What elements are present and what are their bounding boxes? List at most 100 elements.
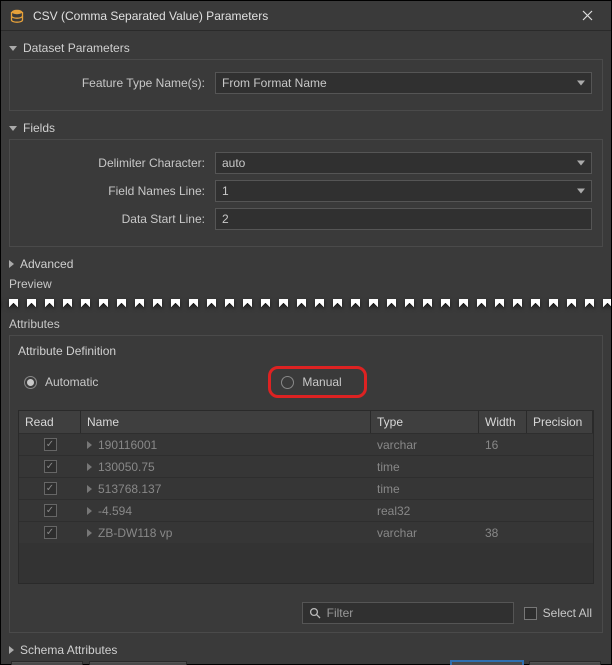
- table-row[interactable]: 513768.137 time: [19, 477, 593, 499]
- section-fields-header[interactable]: Fields: [9, 117, 603, 139]
- chevron-down-icon: [9, 46, 17, 51]
- select-value: From Format Name: [222, 76, 327, 90]
- cell-type: varchar: [377, 438, 417, 452]
- col-name[interactable]: Name: [81, 411, 371, 433]
- cell-type: time: [377, 460, 400, 474]
- db-icon: [9, 8, 25, 24]
- chevron-right-icon: [87, 529, 92, 537]
- preview-label: Preview: [9, 277, 603, 291]
- read-checkbox[interactable]: [44, 438, 57, 451]
- section-advanced-header[interactable]: Advanced: [9, 253, 603, 275]
- read-checkbox[interactable]: [44, 504, 57, 517]
- data-start-line-input[interactable]: 2: [215, 208, 592, 230]
- radio-automatic[interactable]: Automatic: [24, 375, 98, 389]
- delimiter-label: Delimiter Character:: [20, 156, 215, 170]
- filter-row: Filter Select All: [18, 602, 594, 624]
- titlebar: CSV (Comma Separated Value) Parameters: [1, 1, 611, 31]
- chevron-right-icon: [87, 441, 92, 449]
- field-names-line-label: Field Names Line:: [20, 184, 215, 198]
- presets-button[interactable]: Presets: [89, 661, 187, 665]
- table-row[interactable]: 130050.75 time: [19, 455, 593, 477]
- cell-name: ZB-DW118 vp: [98, 526, 172, 540]
- cell-width: 38: [485, 526, 498, 540]
- feature-type-row: Feature Type Name(s): From Format Name: [20, 70, 592, 96]
- attribute-definition-radios: Automatic Manual: [18, 364, 594, 400]
- content-area: Dataset Parameters Feature Type Name(s):…: [1, 31, 611, 661]
- select-value: 1: [222, 184, 229, 198]
- help-button[interactable]: Help: [11, 661, 83, 665]
- search-icon: [309, 607, 321, 619]
- col-read[interactable]: Read: [19, 411, 81, 433]
- col-precision[interactable]: Precision: [527, 411, 593, 433]
- cell-type: varchar: [377, 526, 417, 540]
- radio-label: Automatic: [45, 375, 98, 389]
- col-width[interactable]: Width: [479, 411, 527, 433]
- chevron-down-icon: [577, 189, 585, 194]
- torn-divider: [1, 293, 611, 319]
- manual-highlight: Manual: [268, 366, 366, 398]
- footer: Help Presets OK Cancel: [1, 661, 611, 665]
- data-start-line-row: Data Start Line: 2: [20, 206, 592, 232]
- delimiter-select[interactable]: auto: [215, 152, 592, 174]
- field-names-line-row: Field Names Line: 1: [20, 178, 592, 204]
- select-all[interactable]: Select All: [524, 606, 592, 620]
- table-row[interactable]: -4.594 real32: [19, 499, 593, 521]
- section-title: Advanced: [20, 257, 73, 271]
- cell-type: real32: [377, 504, 410, 518]
- cell-width: 16: [485, 438, 498, 452]
- chevron-down-icon: [577, 161, 585, 166]
- section-dataset-parameters: Feature Type Name(s): From Format Name: [9, 59, 603, 111]
- cell-name: 513768.137: [98, 482, 161, 496]
- read-checkbox[interactable]: [44, 526, 57, 539]
- radio-icon: [24, 376, 37, 389]
- table-empty-area: [19, 543, 593, 583]
- section-schema-header[interactable]: Schema Attributes: [9, 639, 603, 661]
- chevron-right-icon: [87, 507, 92, 515]
- chevron-right-icon: [87, 463, 92, 471]
- window-title: CSV (Comma Separated Value) Parameters: [33, 9, 567, 23]
- ok-button[interactable]: OK: [451, 661, 523, 665]
- delimiter-row: Delimiter Character: auto: [20, 150, 592, 176]
- close-button[interactable]: [567, 1, 607, 31]
- field-names-line-select[interactable]: 1: [215, 180, 592, 202]
- filter-input[interactable]: Filter: [302, 602, 514, 624]
- cancel-button[interactable]: Cancel: [529, 661, 601, 665]
- section-title: Schema Attributes: [20, 643, 117, 657]
- feature-type-label: Feature Type Name(s):: [20, 76, 215, 90]
- chevron-down-icon: [9, 126, 17, 131]
- section-fields: Delimiter Character: auto Field Names Li…: [9, 139, 603, 247]
- chevron-right-icon: [9, 646, 14, 654]
- table-header: Read Name Type Width Precision: [19, 411, 593, 433]
- section-title: Fields: [23, 121, 55, 135]
- feature-type-select[interactable]: From Format Name: [215, 72, 592, 94]
- radio-icon: [281, 376, 294, 389]
- select-all-label: Select All: [543, 606, 592, 620]
- read-checkbox[interactable]: [44, 482, 57, 495]
- select-value: auto: [222, 156, 245, 170]
- data-start-line-label: Data Start Line:: [20, 212, 215, 226]
- filter-placeholder: Filter: [327, 606, 354, 620]
- section-dataset-parameters-header[interactable]: Dataset Parameters: [9, 37, 603, 59]
- attributes-table: Read Name Type Width Precision 190116001…: [18, 410, 594, 584]
- section-title: Dataset Parameters: [23, 41, 130, 55]
- read-checkbox[interactable]: [44, 460, 57, 473]
- cell-name: 130050.75: [98, 460, 155, 474]
- table-row[interactable]: 190116001 varchar 16: [19, 433, 593, 455]
- chevron-right-icon: [9, 260, 14, 268]
- col-type[interactable]: Type: [371, 411, 479, 433]
- table-body: 190116001varchar16130050.75time513768.13…: [19, 433, 593, 543]
- radio-label: Manual: [302, 375, 341, 389]
- attributes-label: Attributes: [9, 317, 603, 331]
- cell-name: -4.594: [98, 504, 132, 518]
- radio-manual[interactable]: Manual: [281, 375, 341, 389]
- chevron-right-icon: [87, 485, 92, 493]
- checkbox-icon: [524, 607, 537, 620]
- attributes-panel: Attribute Definition Automatic Manual Re…: [9, 335, 603, 633]
- cell-name: 190116001: [98, 438, 157, 452]
- cell-type: time: [377, 482, 400, 496]
- table-row[interactable]: ZB-DW118 vp varchar 38: [19, 521, 593, 543]
- close-icon: [582, 10, 593, 21]
- attribute-definition-title: Attribute Definition: [18, 344, 594, 358]
- chevron-down-icon: [577, 81, 585, 86]
- input-value: 2: [222, 212, 229, 226]
